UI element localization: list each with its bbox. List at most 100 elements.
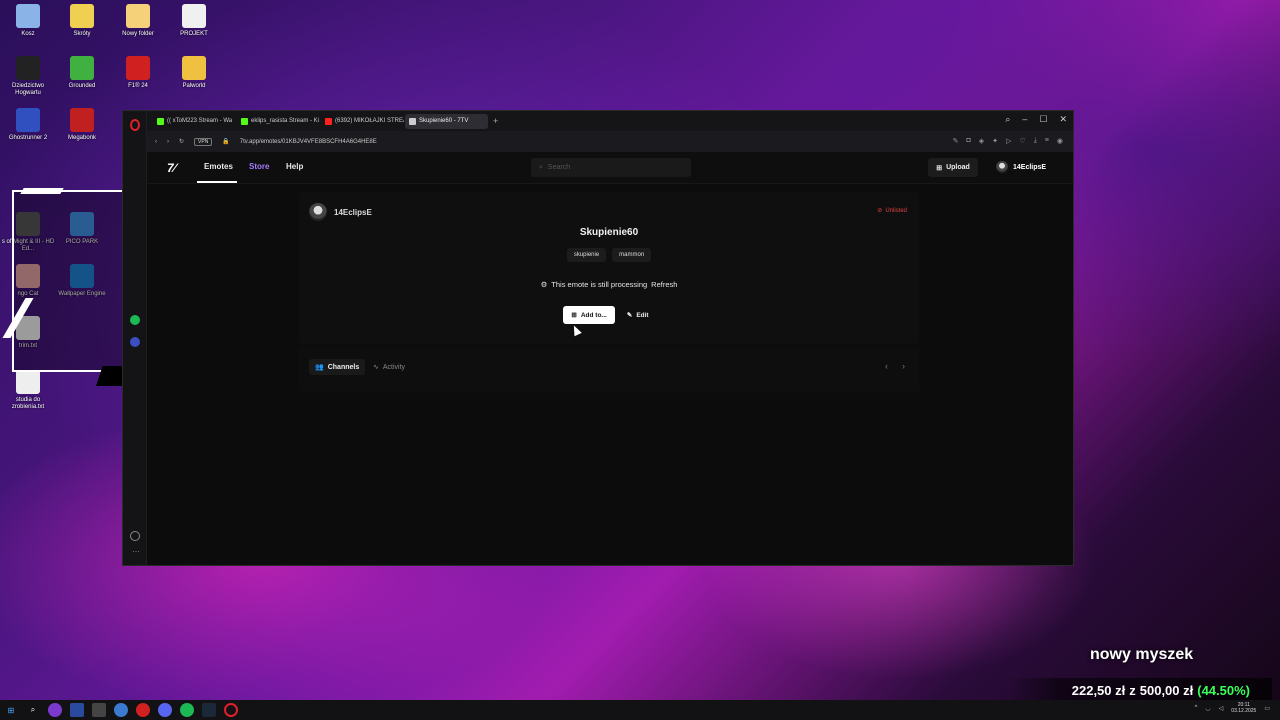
search-tabs-icon[interactable]: ⌕ — [1005, 114, 1010, 125]
goal-sep: z — [1129, 682, 1136, 698]
desktop-icon[interactable]: Nowy folder — [110, 4, 166, 38]
next-page-icon[interactable]: › — [902, 361, 905, 371]
status-label: Unlisted — [885, 207, 907, 214]
favicon-icon — [241, 117, 248, 125]
clock-date: 03.12.2025 — [1231, 708, 1257, 714]
edit-icon[interactable]: ✎ — [953, 137, 959, 145]
desktop-icon-label: Nowy folder — [122, 31, 154, 37]
owner-name: 14EclipsE — [334, 207, 372, 217]
play-icon[interactable]: ▷ — [1006, 137, 1011, 145]
emote-owner[interactable]: 14EclipsE — [309, 203, 372, 221]
desktop-icon[interactable]: Ghostrunner 2 — [0, 108, 56, 142]
steam-icon[interactable] — [202, 703, 216, 717]
nav-store[interactable]: Store — [249, 162, 269, 171]
spotify-icon[interactable] — [180, 703, 194, 717]
refresh-link[interactable]: Refresh — [651, 280, 677, 289]
desktop-icon[interactable]: studia do zrobienia.txt — [0, 370, 56, 411]
wifi-icon[interactable]: ◡ — [1205, 705, 1210, 712]
opera-icon[interactable] — [224, 703, 238, 717]
upload-icon: ⊞ — [936, 164, 943, 172]
edit-icon: ✎ — [626, 312, 633, 319]
windows-start-icon[interactable]: ⊞ — [4, 703, 18, 717]
browser-tab[interactable]: (6392) MIKOŁAJKI STREAM — [321, 114, 404, 129]
tab-channels[interactable]: 👥 Channels — [309, 359, 366, 375]
desktop-icon[interactable]: Dziedzictwo Hogwartu — [0, 56, 56, 97]
edit-label: Edit — [636, 311, 649, 319]
tab-channels-label: Channels — [327, 363, 360, 371]
desktop-icon-label: Megabonk — [67, 135, 97, 141]
search-input[interactable]: ⌕ Search — [531, 158, 691, 177]
search-icon[interactable]: ⌕ — [26, 703, 40, 717]
processing-notice: ⚙ This emote is still processing Refresh — [299, 280, 919, 289]
app-icon[interactable] — [48, 703, 62, 717]
download-icon[interactable]: ⤓ — [1034, 137, 1037, 145]
emote-tags: skupienie mammon — [299, 248, 919, 262]
desktop-icon-label: Grounded — [68, 83, 96, 89]
url-field[interactable]: 7tv.app/emotes/01KBJV4VFE8BSCFH4A6G4HE8E — [240, 139, 377, 145]
processing-text: This emote is still processing — [551, 280, 648, 289]
search-placeholder: Search — [547, 164, 571, 171]
messenger-icon[interactable] — [130, 337, 140, 347]
extensions-icon[interactable]: ✦ — [992, 137, 998, 145]
clock[interactable]: 20:11 03.12.2025 — [1231, 702, 1256, 714]
history-icon[interactable] — [130, 531, 140, 541]
emote-actions: ⊞ Add to... ✎ Edit — [299, 306, 919, 324]
desktop-icon[interactable]: Megabonk — [54, 108, 110, 142]
browser-tab-label: (6392) MIKOŁAJKI STREAM — [335, 118, 404, 124]
address-bar-tools: ✎ ◘ ◈ ✦ ▷ ♡ ⤓ ≡ ◉ — [953, 137, 1063, 145]
shield-icon[interactable]: ◈ — [979, 137, 984, 145]
browser-tab[interactable]: eklips_rasista Stream - Ki — [237, 114, 320, 129]
upload-button[interactable]: ⊞ Upload — [928, 158, 978, 177]
emote-card: 14EclipsE ⊘ Unlisted Skupienie60 skupien… — [299, 192, 919, 344]
close-icon[interactable]: ✕ — [1059, 114, 1067, 125]
desktop-icon[interactable]: PROJEKT — [166, 4, 222, 38]
volume-icon[interactable]: ◁ — [1219, 705, 1224, 712]
forward-icon[interactable]: › — [167, 139, 169, 145]
desktop-icon-label: Ghostrunner 2 — [8, 135, 48, 141]
add-to-button[interactable]: ⊞ Add to... — [563, 306, 615, 324]
desktop-icon-label: Palworld — [182, 83, 206, 89]
spotify-icon[interactable] — [130, 315, 140, 325]
profile-icon[interactable]: ◉ — [1057, 137, 1063, 145]
tab-activity[interactable]: ∿ Activity — [367, 359, 411, 375]
emote-tag[interactable]: mammon — [612, 248, 652, 262]
app-icon — [182, 4, 206, 28]
desktop-icon[interactable]: Grounded — [54, 56, 110, 90]
heart-icon[interactable]: ♡ — [1019, 137, 1025, 145]
7tv-logo[interactable]: 7⁄ — [167, 161, 176, 175]
browser-tab[interactable]: (( xToM223 Stream - Wa — [153, 114, 236, 129]
emote-tag[interactable]: skupienie — [566, 248, 607, 262]
activity-icon: ∿ — [373, 364, 379, 371]
new-tab-icon[interactable]: + — [493, 116, 498, 126]
menu-icon[interactable]: ≡ — [1045, 137, 1049, 145]
reload-icon[interactable]: ↻ — [179, 138, 184, 145]
vpn-badge[interactable]: VPN — [194, 137, 213, 146]
app-icon — [16, 56, 40, 80]
discord-icon[interactable] — [158, 703, 172, 717]
user-menu[interactable]: 14EclipsE — [996, 161, 1046, 173]
prev-page-icon[interactable]: ‹ — [885, 361, 888, 371]
app-icon[interactable] — [92, 703, 106, 717]
desktop-icon[interactable]: Kosz — [0, 4, 56, 38]
app-icon[interactable] — [136, 703, 150, 717]
back-icon[interactable]: ‹ — [155, 139, 157, 145]
tab-activity-label: Activity — [382, 363, 406, 371]
desktop-icon[interactable]: F1® 24 — [110, 56, 166, 90]
taskbar: ⊞ ⌕ ^ ◡ ◁ 20:11 03.12.2025 ▭ — [0, 700, 1280, 720]
app-icon[interactable] — [70, 703, 84, 717]
minimize-icon[interactable]: – — [1022, 114, 1027, 125]
more-icon[interactable]: ⋯ — [132, 547, 140, 556]
browser-tab[interactable]: Skupienie60 - 7TV — [405, 113, 488, 129]
chevron-up-icon[interactable]: ^ — [1195, 705, 1198, 711]
desktop-icon[interactable]: Skróty — [54, 4, 110, 38]
notifications-icon[interactable]: ▭ — [1264, 705, 1270, 712]
maximize-icon[interactable]: ☐ — [1039, 114, 1047, 125]
camera-icon[interactable]: ◘ — [967, 137, 971, 145]
opera-logo-icon[interactable] — [130, 119, 140, 131]
desktop-icon[interactable]: Palworld — [166, 56, 222, 90]
edit-button[interactable]: ✎ Edit — [621, 306, 655, 324]
favicon-icon — [157, 117, 164, 125]
app-icon[interactable] — [114, 703, 128, 717]
nav-emotes[interactable]: Emotes — [204, 162, 233, 171]
nav-help[interactable]: Help — [286, 162, 303, 171]
